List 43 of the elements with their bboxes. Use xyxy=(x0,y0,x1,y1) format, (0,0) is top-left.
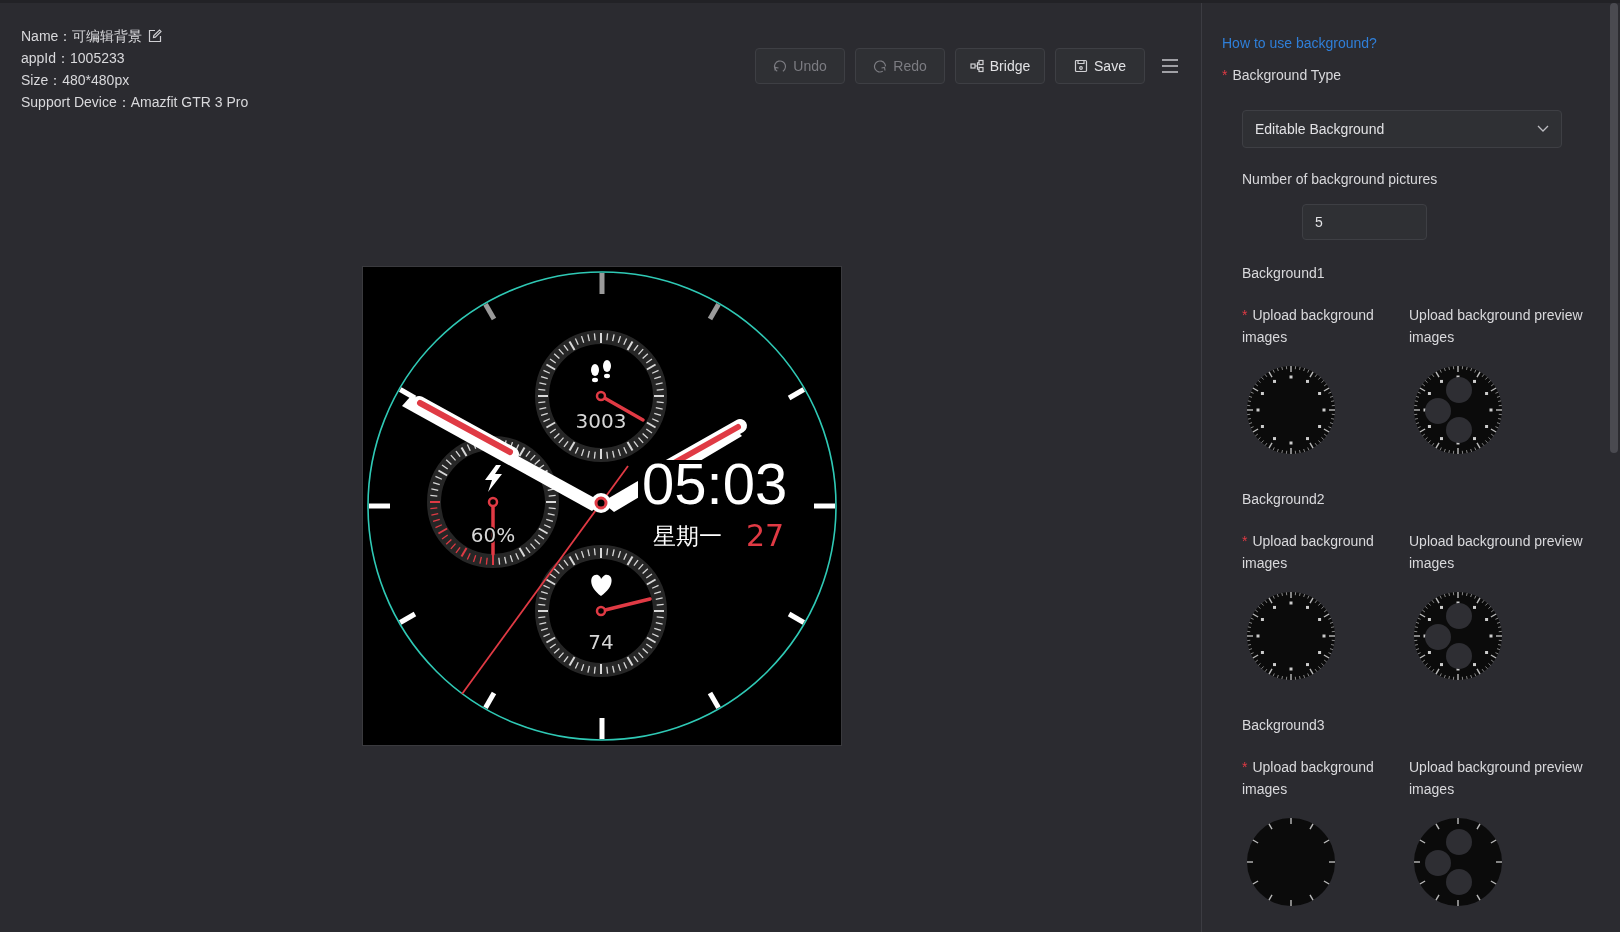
required-mark: * xyxy=(1222,65,1228,85)
section-title: Background3 xyxy=(1242,716,1325,735)
upload-label: * Upload background images xyxy=(1242,758,1375,799)
heart-rate: 74 xyxy=(588,630,614,654)
toolbar-button[interactable]: Save xyxy=(1055,48,1145,84)
save-icon xyxy=(1074,59,1089,73)
scrollbar[interactable] xyxy=(1610,3,1618,453)
field-label: Background Type xyxy=(1232,65,1342,85)
center-cap xyxy=(591,493,611,513)
hierarchy-icon xyxy=(969,59,984,73)
field-value: 480*480px xyxy=(62,71,130,90)
heart-icon xyxy=(591,574,612,596)
count-input[interactable]: 5 xyxy=(1302,204,1427,240)
steps-count: 3003 xyxy=(575,409,627,433)
upload-label: * Upload background images xyxy=(1242,532,1375,573)
date-day: 27 xyxy=(746,518,785,553)
field-value: Amazfit GTR 3 Pro xyxy=(130,93,249,112)
name-label: Name： xyxy=(21,27,73,46)
subdial-hand xyxy=(595,597,652,617)
background-type-select[interactable]: Editable Background xyxy=(1242,110,1562,148)
lightning-icon xyxy=(485,465,502,492)
field-label: Number of background pictures xyxy=(1242,170,1438,189)
upload-label: * Upload background images xyxy=(1242,306,1375,347)
upload-label: Upload background preview images xyxy=(1409,306,1584,347)
digital-time: 05:03 xyxy=(642,451,788,516)
help-link[interactable]: How to use background? xyxy=(1222,33,1377,53)
footprints-icon xyxy=(591,360,611,383)
field-label: Size： xyxy=(21,71,63,90)
toolbar-button[interactable]: Bridge xyxy=(955,48,1045,84)
field-label: appId： xyxy=(21,49,71,68)
menu-icon[interactable] xyxy=(1161,58,1179,74)
edit-icon[interactable] xyxy=(148,29,163,43)
section-title: Background2 xyxy=(1242,490,1325,509)
upload-label: Upload background preview images xyxy=(1409,532,1584,573)
chevron-down-icon xyxy=(1537,125,1549,133)
weekday-text: 星期一 xyxy=(653,523,722,549)
upload-label: Upload background preview images xyxy=(1409,758,1584,799)
field-label: Support Device： xyxy=(21,93,131,112)
redo-icon xyxy=(873,59,888,73)
name-value: 可编辑背景 xyxy=(72,27,143,46)
section-title: Background1 xyxy=(1242,264,1325,283)
field-value: 1005233 xyxy=(70,49,125,68)
undo-icon xyxy=(773,59,788,73)
